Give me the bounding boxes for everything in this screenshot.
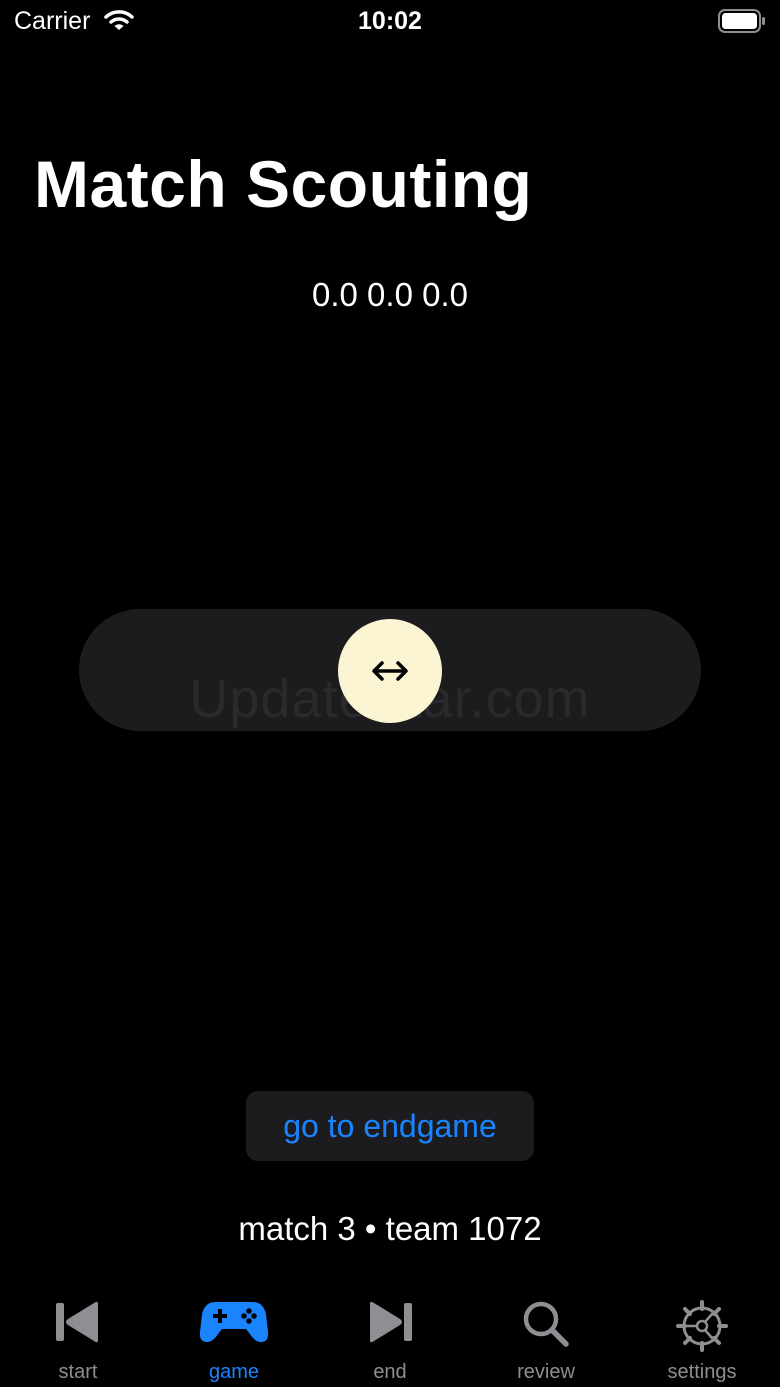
horizontal-arrows-icon [372,661,408,681]
match-info: match 3 • team 1072 [238,1210,542,1247]
tab-label: game [208,1361,260,1383]
tab-review[interactable]: review [468,1290,624,1387]
tab-label: settings [667,1361,737,1383]
coordinate-readout: 0.0 0.0 0.0 [312,276,468,313]
skip-back-icon [0,1300,156,1350]
go-to-endgame-button[interactable]: go to endgame [246,1091,534,1161]
status-time: 10:02 [358,7,422,35]
magnifier-icon [468,1300,624,1350]
tab-label: review [517,1361,575,1383]
tab-game[interactable]: game [156,1290,312,1387]
tab-end[interactable]: end [312,1290,468,1387]
tab-label: start [58,1361,98,1383]
page-title: Match Scouting [34,147,533,221]
gear-icon [624,1300,780,1352]
tab-settings[interactable]: settings [624,1290,780,1387]
status-bar: Carrier 10:02 [0,0,780,44]
gamecontroller-icon [156,1300,312,1350]
tab-label: end [373,1361,407,1383]
tab-start[interactable]: start [0,1290,156,1387]
tab-bar: start game end review settings [0,1290,780,1387]
battery-icon [718,9,766,38]
slider-knob[interactable] [338,619,442,723]
skip-forward-icon [312,1300,468,1350]
